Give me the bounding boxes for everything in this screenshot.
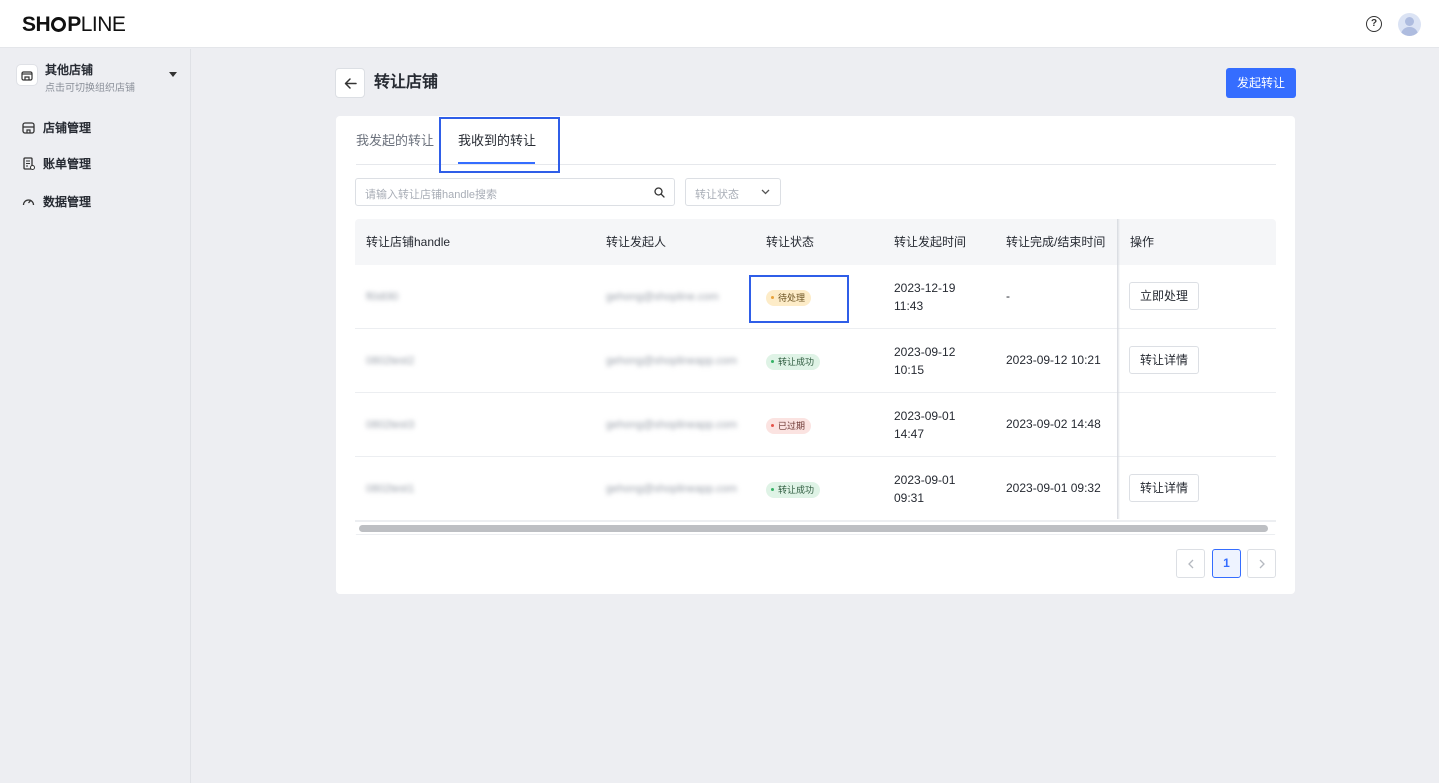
- sidebar-item-bill-management[interactable]: 账单管理: [22, 154, 182, 174]
- fixed-column-shadow: [1117, 219, 1120, 519]
- transfer-table: 转让店铺handle 转让发起人 转让状态 转让发起时间 转让完成/结束时间 操…: [355, 219, 1276, 536]
- chevron-right-icon: [1259, 559, 1265, 569]
- transfer-details-button[interactable]: 转让详情: [1129, 346, 1199, 374]
- sidebar-item-data-management[interactable]: 数据管理: [22, 192, 182, 212]
- search-placeholder: 请输入转让店铺handle搜索: [365, 189, 498, 201]
- status-filter-select[interactable]: 转让状态: [685, 178, 781, 206]
- highlight-box-status: [749, 275, 849, 323]
- arrow-left-icon: [344, 78, 357, 89]
- column-header-status: 转让状态: [766, 235, 815, 249]
- handle-cell: 0802test2: [366, 355, 415, 367]
- end-time-cell: -: [1006, 289, 1010, 303]
- initiator-cell: gehong@shoplineapp.com: [606, 483, 738, 495]
- sidebar-item-label: 数据管理: [43, 195, 92, 209]
- dashboard-icon: [22, 199, 35, 206]
- transfer-card: 我发起的转让 我收到的转让 请输入转让店铺handle搜索 转让状态 转让店铺h…: [336, 116, 1295, 594]
- horizontal-scrollbar[interactable]: [355, 521, 1276, 535]
- user-avatar-icon[interactable]: [1398, 13, 1421, 36]
- sidebar: 其他店铺 点击可切换组织店铺 店铺管理 账单管理 数据管理: [0, 49, 191, 783]
- bill-icon: [23, 157, 35, 170]
- chevron-down-icon: [761, 189, 770, 195]
- column-header-end-time: 转让完成/结束时间: [1006, 235, 1106, 249]
- end-time-cell: 2023-09-02 14:48: [1006, 417, 1101, 431]
- pagination-page-1[interactable]: 1: [1212, 549, 1241, 578]
- end-time-cell: 2023-09-01 09:32: [1006, 481, 1101, 495]
- status-filter-placeholder: 转让状态: [695, 189, 739, 201]
- org-subtitle: 点击可切换组织店铺: [45, 83, 135, 94]
- end-time-cell: 2023-09-12 10:21: [1006, 353, 1101, 367]
- store-icon: [22, 122, 35, 134]
- column-header-start-time: 转让发起时间: [894, 235, 967, 249]
- status-badge: 已过期: [766, 418, 812, 434]
- start-time-cell: 2023-12-19 11:43: [894, 281, 956, 313]
- initiator-cell: gehong@shoplineapp.com: [606, 355, 738, 367]
- tab-initiated-transfers[interactable]: 我发起的转让: [356, 132, 434, 150]
- start-time-cell: 2023-09-01 14:47: [894, 409, 956, 441]
- status-badge: 转让成功: [766, 354, 821, 370]
- column-header-actions: 操作: [1130, 235, 1155, 249]
- handle-cell: 0802test1: [366, 483, 415, 495]
- transfer-details-button[interactable]: 转让详情: [1129, 474, 1199, 502]
- initiate-transfer-button[interactable]: 发起转让: [1226, 68, 1296, 98]
- page-title: 转让店铺: [374, 74, 439, 91]
- org-name: 其他店铺: [45, 63, 94, 77]
- store-icon: [16, 64, 38, 86]
- help-circle-icon[interactable]: ?: [1366, 16, 1382, 32]
- search-input[interactable]: 请输入转让店铺handle搜索: [355, 178, 675, 206]
- sidebar-item-store-management[interactable]: 店铺管理: [22, 118, 182, 138]
- back-button[interactable]: [335, 68, 365, 98]
- status-badge: 转让成功: [766, 482, 821, 498]
- handle-cell: fl0d0l0: [366, 291, 399, 303]
- sidebar-item-label: 店铺管理: [43, 121, 92, 135]
- sidebar-item-label: 账单管理: [43, 157, 92, 171]
- caret-down-icon: [169, 72, 177, 77]
- scrollbar-thumb[interactable]: [359, 525, 1268, 532]
- table-row: 0802test2 gehong@shoplineapp.com 转让成功 20…: [355, 329, 1276, 393]
- logo-o-mark: [51, 17, 67, 32]
- column-header-initiator: 转让发起人: [606, 235, 667, 249]
- initiator-cell: gehong@shopline.com: [606, 291, 719, 303]
- start-time-cell: 2023-09-12 10:15: [894, 345, 956, 377]
- shopline-logo[interactable]: SH PLINE: [22, 13, 126, 37]
- table-row: 0802test1 gehong@shoplineapp.com 转让成功 20…: [355, 457, 1276, 521]
- start-time-cell: 2023-09-01 09:31: [894, 473, 956, 505]
- pagination-next-button[interactable]: [1247, 549, 1276, 578]
- search-icon: [654, 187, 665, 198]
- highlight-box-tab: [439, 117, 560, 173]
- top-bar: SH PLINE ?: [0, 0, 1439, 48]
- table-row: 0802test3 gehong@shoplineapp.com 已过期 202…: [355, 393, 1276, 457]
- initiator-cell: gehong@shoplineapp.com: [606, 419, 738, 431]
- chevron-left-icon: [1188, 559, 1194, 569]
- table-header: 转让店铺handle 转让发起人 转让状态 转让发起时间 转让完成/结束时间 操…: [355, 219, 1276, 265]
- handle-cell: 0802test3: [366, 419, 415, 431]
- column-header-handle: 转让店铺handle: [366, 235, 451, 249]
- pagination-prev-button[interactable]: [1176, 549, 1205, 578]
- org-switcher[interactable]: 其他店铺 点击可切换组织店铺: [16, 60, 181, 94]
- process-now-button[interactable]: 立即处理: [1129, 282, 1199, 310]
